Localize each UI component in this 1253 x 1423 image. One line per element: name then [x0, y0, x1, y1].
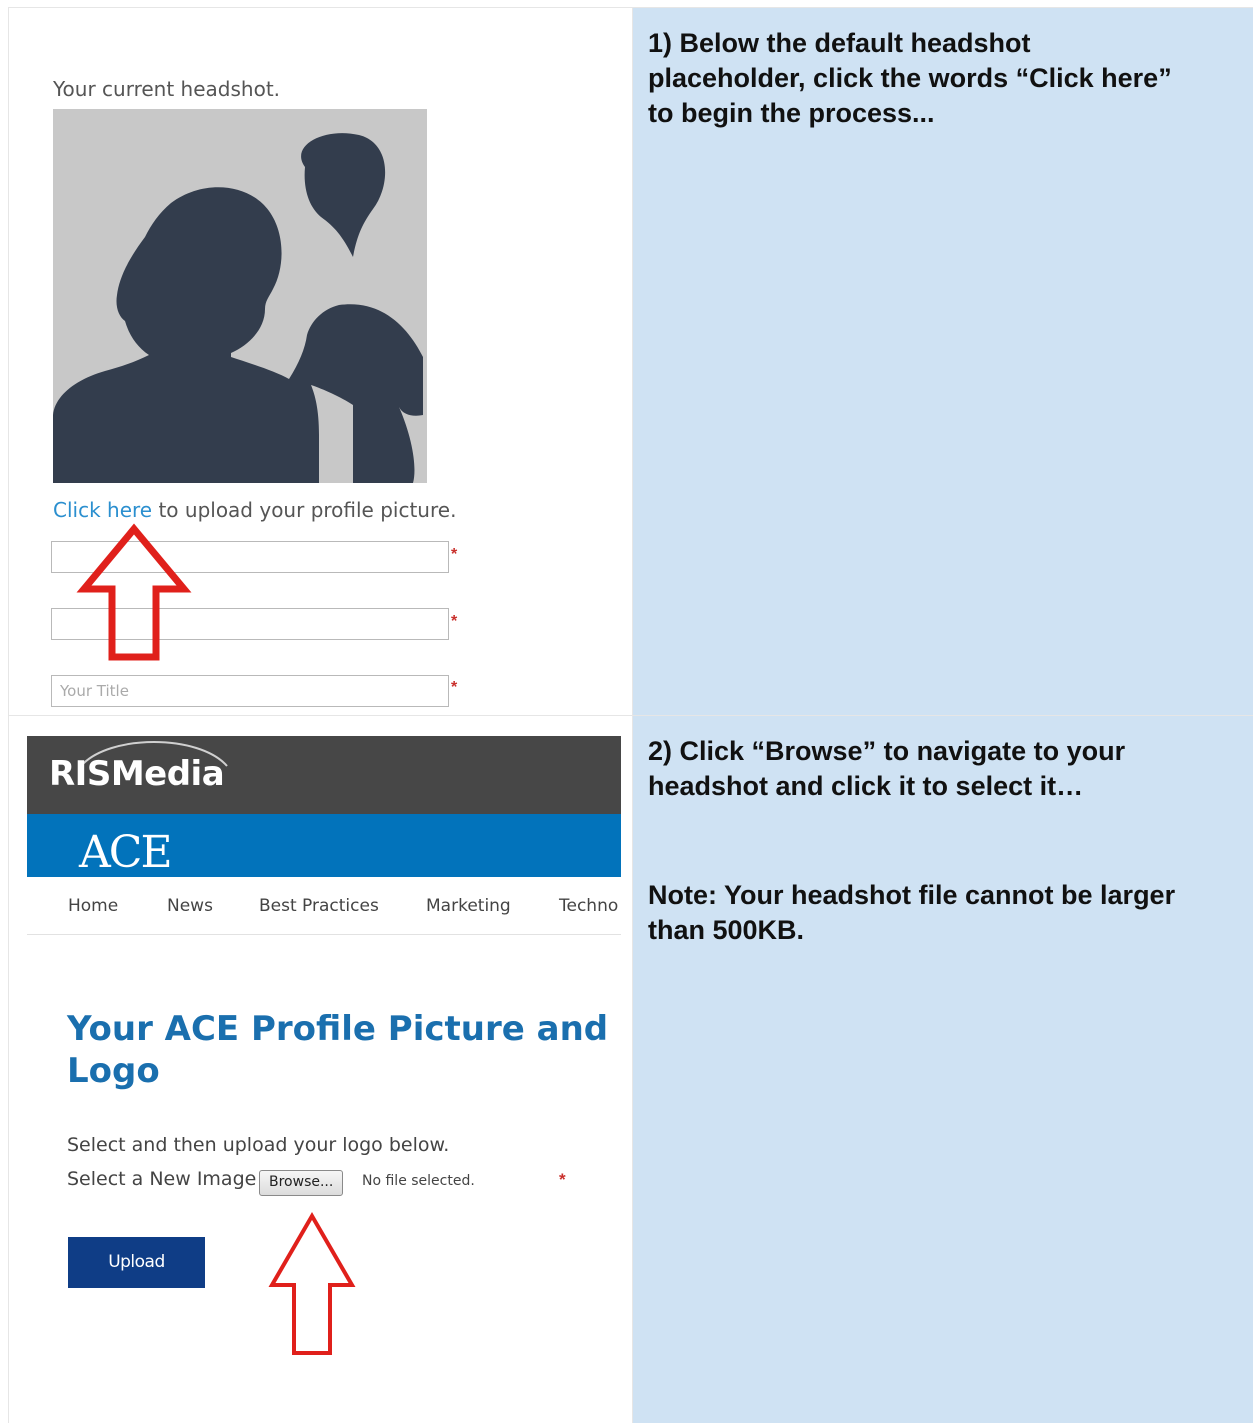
red-arrow-icon	[76, 523, 192, 661]
people-silhouette-icon	[53, 133, 423, 483]
title-field-placeholder: Your Title	[60, 682, 129, 700]
nav-home[interactable]: Home	[68, 896, 118, 916]
file-status: No file selected.	[362, 1173, 475, 1189]
upload-intro: Select and then upload your logo below.	[67, 1134, 450, 1156]
red-arrow-icon	[268, 1212, 356, 1355]
site-brand[interactable]: RISMedia	[49, 754, 225, 794]
step1-text: 1) Below the default headshot placeholde…	[648, 28, 1172, 128]
nav-technology[interactable]: Techno	[559, 896, 618, 916]
required-marker: *	[559, 1170, 566, 1189]
headshot-placeholder	[53, 109, 427, 483]
step2-screenshot: RISMedia ACE Home News Best Practices Ma…	[9, 716, 632, 1423]
required-marker: *	[451, 679, 458, 696]
title-field[interactable]: Your Title	[51, 675, 449, 707]
page-title: Your ACE Profile Picture and Logo	[67, 1009, 609, 1091]
headshot-caption: Your current headshot.	[53, 77, 281, 101]
browse-button[interactable]: Browse...	[259, 1170, 344, 1196]
required-marker: *	[451, 546, 458, 563]
instruction-table: Your current headshot. Click here to upl…	[0, 0, 1253, 1423]
upload-text: to upload your profile picture.	[152, 498, 457, 522]
step2-text: 2) Click “Browse” to navigate to your he…	[648, 736, 1126, 801]
required-marker: *	[451, 613, 458, 630]
ace-logo[interactable]: ACE	[79, 827, 173, 878]
select-image-label: Select a New Image	[67, 1168, 257, 1190]
site-nav: Home News Best Practices Marketing Techn…	[27, 886, 621, 935]
nav-news[interactable]: News	[167, 896, 213, 916]
step1-screenshot: Your current headshot. Click here to upl…	[9, 8, 632, 715]
upload-instruction: Click here to upload your profile pictur…	[53, 498, 456, 522]
click-here-link[interactable]: Click here	[53, 498, 152, 522]
nav-marketing[interactable]: Marketing	[426, 896, 511, 916]
upload-button[interactable]: Upload	[68, 1237, 205, 1288]
step2-instruction-cell: 2) Click “Browse” to navigate to your he…	[633, 716, 1253, 1423]
nav-best-practices[interactable]: Best Practices	[259, 896, 379, 916]
step1-instruction-cell: 1) Below the default headshot placeholde…	[633, 8, 1253, 715]
step2-note: Note: Your headshot file cannot be large…	[648, 880, 1176, 945]
